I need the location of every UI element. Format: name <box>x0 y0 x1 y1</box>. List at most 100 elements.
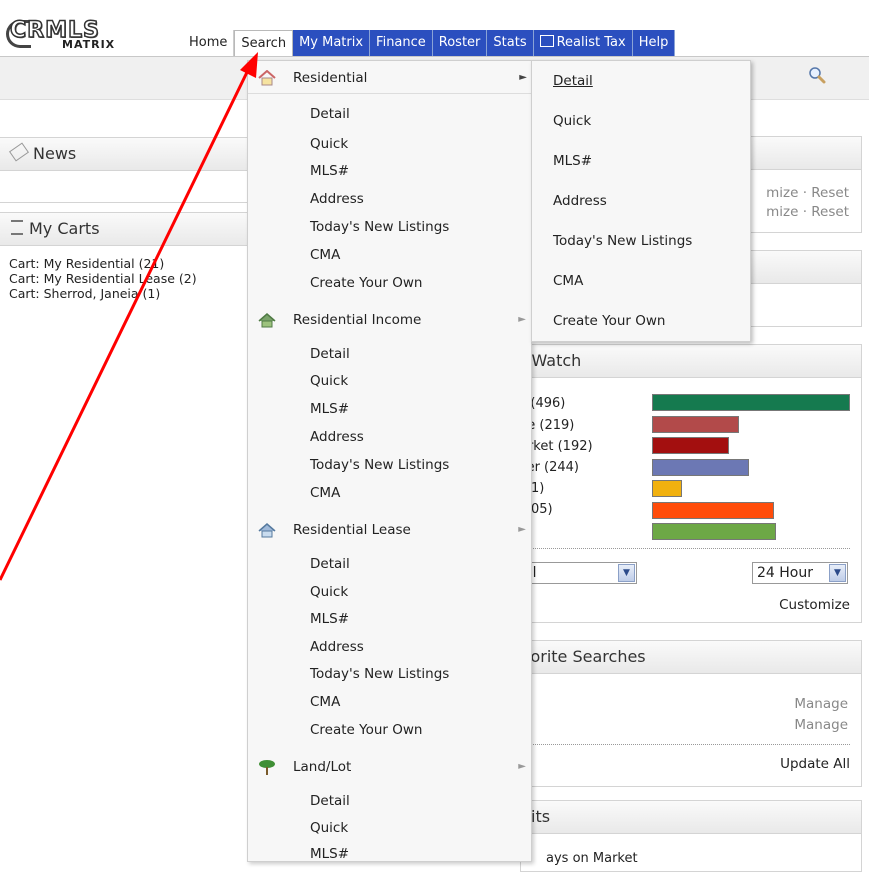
menu-item-lease-new-listings[interactable]: Today's New Listings <box>310 664 449 684</box>
submenu-item-detail[interactable]: Detail <box>553 71 593 91</box>
my-carts-panel: My Carts Cart: My Residential (21) Cart:… <box>0 212 249 319</box>
chevron-right-icon: ► <box>519 72 527 83</box>
favorites-divider <box>520 744 850 745</box>
watch-bar[interactable] <box>652 458 749 476</box>
menu-item-income-detail[interactable]: Detail <box>310 344 350 364</box>
menu-group-label: Land/Lot <box>293 759 352 775</box>
tab-stats[interactable]: Stats <box>487 30 534 56</box>
submenu-item-cma[interactable]: CMA <box>553 271 583 291</box>
menu-item-residential-new-listings[interactable]: Today's New Listings <box>310 217 449 237</box>
customize-link[interactable]: Customize <box>779 597 850 613</box>
tab-label: Search <box>241 36 287 51</box>
menu-group-residential[interactable]: Residential ► <box>248 63 531 94</box>
residential-submenu: Detail Quick MLS# Address Today's New Li… <box>531 60 751 342</box>
tab-label: Finance <box>376 35 426 50</box>
menu-item-lease-address[interactable]: Address <box>310 637 364 657</box>
menu-item-residential-cma[interactable]: CMA <box>310 245 340 265</box>
tab-label: Stats <box>493 35 527 50</box>
menu-item-income-new-listings[interactable]: Today's New Listings <box>310 455 449 475</box>
menu-group-land-lot[interactable]: Land/Lot ► <box>248 752 531 782</box>
menu-group-label: Residential <box>293 70 368 86</box>
menu-item-lease-cma[interactable]: CMA <box>310 692 340 712</box>
update-all-link[interactable]: Update All <box>780 756 850 772</box>
menu-item-land-mls[interactable]: MLS# <box>310 844 349 864</box>
watch-bar[interactable] <box>652 501 774 519</box>
tab-label: Realist Tax <box>556 35 626 50</box>
house-icon <box>258 70 276 86</box>
watch-label[interactable]: 1) <box>531 480 544 497</box>
news-panel: News <box>0 137 249 203</box>
menu-item-residential-quick[interactable]: Quick <box>310 134 348 154</box>
cart-link[interactable]: Cart: My Residential (21) <box>9 256 248 271</box>
tab-search[interactable]: Search <box>234 30 294 56</box>
manage-link[interactable]: Manage <box>794 696 848 712</box>
my-carts-header: My Carts <box>0 213 248 246</box>
watch-divider <box>520 548 850 549</box>
menu-item-income-mls[interactable]: MLS# <box>310 399 349 419</box>
chevron-down-icon[interactable]: ▼ <box>829 564 846 582</box>
submenu-item-mls[interactable]: MLS# <box>553 151 592 171</box>
watch-label[interactable]: 05) <box>531 501 553 518</box>
menu-group-label: Residential Lease <box>293 522 411 538</box>
favorite-searches-title: vorite Searches <box>521 647 646 666</box>
tab-my-matrix[interactable]: My Matrix <box>293 30 371 56</box>
submenu-item-address[interactable]: Address <box>553 191 607 211</box>
tab-finance[interactable]: Finance <box>370 30 433 56</box>
main-nav-tabs: Home Search My Matrix Finance Roster Sta… <box>183 30 676 56</box>
submenu-item-quick[interactable]: Quick <box>553 111 591 131</box>
income-house-icon <box>258 313 276 328</box>
watch-bar[interactable] <box>652 394 850 411</box>
menu-item-land-detail[interactable]: Detail <box>310 791 350 811</box>
menu-group-residential-lease[interactable]: Residential Lease ► <box>248 515 531 545</box>
menu-item-income-cma[interactable]: CMA <box>310 483 340 503</box>
customize-reset-link[interactable]: ​mize · Reset <box>766 185 849 201</box>
menu-item-lease-detail[interactable]: Detail <box>310 554 350 574</box>
logo-sub-text: MATRIX <box>62 38 116 51</box>
cart-link[interactable]: Cart: Sherrod, Janeia (1) <box>9 286 248 301</box>
news-title: News <box>33 144 77 163</box>
menu-item-residential-mls[interactable]: MLS# <box>310 161 349 181</box>
menu-item-residential-address[interactable]: Address <box>310 189 364 209</box>
menu-item-residential-detail[interactable]: Detail <box>310 104 350 124</box>
search-icon[interactable] <box>808 66 826 84</box>
chevron-right-icon: ► <box>518 314 526 325</box>
submenu-item-create-your-own[interactable]: Create Your Own <box>553 311 665 331</box>
customize-reset-link[interactable]: ​mize · Reset <box>766 204 849 220</box>
bottom-right-panel: its ays on Market <box>520 800 862 872</box>
menu-item-income-address[interactable]: Address <box>310 427 364 447</box>
tab-label: Help <box>638 35 669 50</box>
manage-link[interactable]: Manage <box>794 717 848 733</box>
tab-home[interactable]: Home <box>183 30 235 56</box>
news-panel-header: News <box>0 138 248 171</box>
tab-help[interactable]: Help <box>632 30 676 56</box>
tab-realist-tax[interactable]: Realist Tax <box>533 30 633 56</box>
watch-label-text: ​(496) <box>530 396 566 411</box>
watch-panel-header: : Watch <box>521 345 861 378</box>
window-icon <box>539 35 554 47</box>
menu-item-residential-create[interactable]: Create Your Own <box>310 273 422 293</box>
menu-item-lease-mls[interactable]: MLS# <box>310 609 349 629</box>
watch-bar[interactable] <box>652 415 739 433</box>
watch-bar[interactable] <box>652 523 776 540</box>
watch-bar[interactable] <box>652 480 682 497</box>
news-icon <box>9 142 29 162</box>
menu-item-lease-create[interactable]: Create Your Own <box>310 720 422 740</box>
crmls-matrix-logo[interactable]: CRMLS MATRIX <box>6 17 160 52</box>
menu-item-lease-quick[interactable]: Quick <box>310 582 348 602</box>
menu-item-income-quick[interactable]: Quick <box>310 371 348 391</box>
menu-item-land-quick[interactable]: Quick <box>310 818 348 838</box>
lease-house-icon <box>258 523 276 538</box>
tab-roster[interactable]: Roster <box>432 30 488 56</box>
time-range-value: 24 Hour <box>757 565 813 581</box>
my-carts-title: My Carts <box>29 219 100 238</box>
property-type-select[interactable]: al ▼ <box>519 562 637 584</box>
watch-bar[interactable] <box>652 437 729 454</box>
time-range-select[interactable]: 24 Hour ▼ <box>752 562 848 584</box>
tab-label: My Matrix <box>299 35 364 50</box>
chevron-right-icon: ► <box>518 524 526 535</box>
submenu-item-new-listings[interactable]: Today's New Listings <box>553 231 692 251</box>
menu-group-label: Residential Income <box>293 312 422 328</box>
menu-group-residential-income[interactable]: Residential Income ► <box>248 305 531 335</box>
cart-link[interactable]: Cart: My Residential Lease (2) <box>9 271 248 286</box>
chevron-down-icon[interactable]: ▼ <box>618 564 635 582</box>
